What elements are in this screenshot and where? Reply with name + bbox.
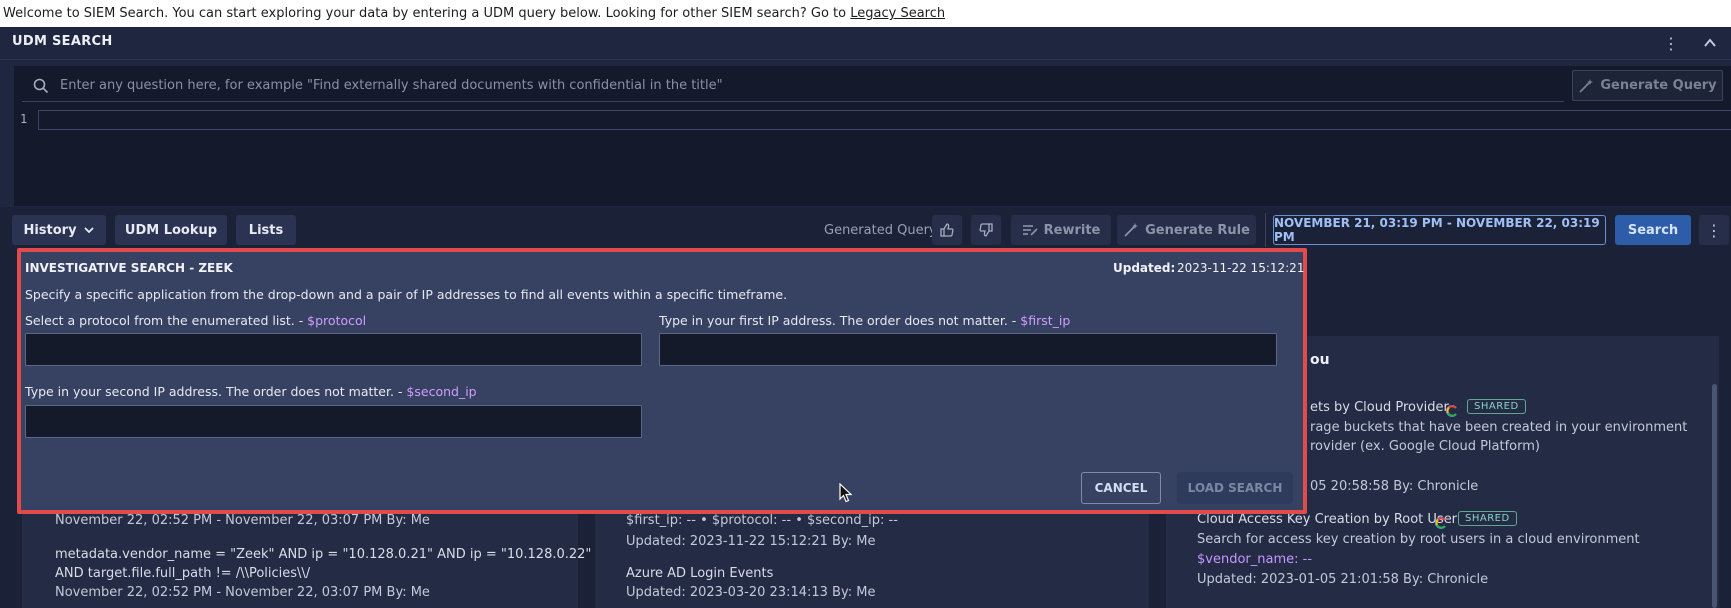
- shared-search-updated: Updated: 2023-01-05 21:01:58 By: Chronic…: [1197, 572, 1489, 587]
- load-search-button[interactable]: LOAD SEARCH: [1177, 472, 1293, 504]
- welcome-text: Welcome to SIEM Search. You can start ex…: [3, 6, 851, 21]
- udm-search-title: UDM SEARCH: [12, 34, 113, 49]
- rewrite-button[interactable]: Rewrite: [1011, 215, 1111, 245]
- shared-search-title[interactable]: ets by Cloud Provider: [1310, 400, 1449, 415]
- more-options-icon[interactable]: ⋮: [1699, 215, 1729, 245]
- rewrite-label: Rewrite: [1043, 222, 1101, 238]
- rewrite-icon: [1022, 225, 1038, 236]
- mouse-cursor-icon: [839, 482, 853, 503]
- chevron-up-icon[interactable]: [1703, 36, 1717, 53]
- protocol-variable: $protocol: [307, 313, 367, 328]
- second-ip-input[interactable]: [25, 405, 642, 438]
- first-ip-field-label: Type in your first IP address. The order…: [659, 313, 1070, 328]
- search-button[interactable]: Search: [1615, 215, 1691, 245]
- shared-search-desc: Search for access key creation by root u…: [1197, 532, 1640, 547]
- lists-button[interactable]: Lists: [236, 215, 296, 245]
- legacy-search-link[interactable]: Legacy Search: [850, 6, 945, 21]
- dialog-title: INVESTIGATIVE SEARCH - ZEEK: [25, 261, 233, 275]
- dialog-description: Specify a specific application from the …: [25, 287, 788, 302]
- shared-search-updated: 05 20:58:58 By: Chronicle: [1310, 479, 1479, 494]
- history-label: History: [23, 222, 77, 238]
- generated-query-label: Generated Query: [824, 223, 937, 238]
- protocol-input[interactable]: [25, 333, 642, 366]
- header-divider: [0, 59, 1731, 60]
- thumbs-down-button[interactable]: [971, 215, 1001, 245]
- time-range-button[interactable]: NOVEMBER 21, 03:19 PM - NOVEMBER 22, 03:…: [1273, 215, 1606, 245]
- toolbar-divider: [1265, 213, 1266, 247]
- history-query-line[interactable]: metadata.vendor_name = "Zeek" AND ip = "…: [55, 547, 591, 562]
- search-updated: Updated: 2023-03-20 23:14:13 By: Me: [626, 585, 876, 600]
- udm-lookup-button[interactable]: UDM Lookup: [115, 215, 227, 245]
- search-icon: [32, 77, 50, 95]
- second-ip-field-label: Type in your second IP address. The orde…: [25, 384, 477, 399]
- shared-badge: SHARED: [1467, 399, 1526, 414]
- thumbs-down-icon: [979, 223, 993, 237]
- generate-rule-label: Generate Rule: [1145, 222, 1250, 238]
- shared-search-title[interactable]: Cloud Access Key Creation by Root User: [1197, 512, 1457, 527]
- google-icon: [1446, 402, 1458, 417]
- updated-value: 2023-11-22 15:12:21: [1177, 261, 1305, 275]
- magic-wand-icon: [1579, 78, 1594, 93]
- second-ip-label-text: Type in your second IP address. The orde…: [25, 384, 407, 399]
- thumbs-up-button[interactable]: [932, 215, 962, 245]
- history-range-partial: November 22, 02:52 PM - November 22, 03:…: [55, 513, 430, 528]
- history-query-line[interactable]: AND target.file.full_path != /\\Policies…: [55, 566, 310, 581]
- updated-label: Updated:: [1113, 261, 1176, 275]
- more-options-icon[interactable]: ⋮: [1663, 36, 1679, 52]
- question-input[interactable]: [60, 72, 1550, 98]
- search-variables-partial: $first_ip: -- • $protocol: -- • $second_…: [626, 513, 898, 528]
- shared-badge: SHARED: [1458, 511, 1517, 526]
- shared-search-desc: rage buckets that have been created in y…: [1310, 420, 1688, 435]
- line-number: 1: [20, 112, 28, 126]
- google-icon: [1435, 514, 1447, 529]
- search-updated: Updated: 2023-11-22 15:12:21 By: Me: [626, 534, 876, 549]
- generate-query-label: Generate Query: [1600, 78, 1717, 93]
- cancel-button[interactable]: CANCEL: [1081, 472, 1161, 504]
- first-ip-input[interactable]: [659, 333, 1277, 366]
- protocol-label-text: Select a protocol from the enumerated li…: [25, 313, 308, 328]
- chevron-down-icon: [83, 227, 94, 234]
- shared-card-heading: ou: [1310, 352, 1330, 368]
- shared-search-desc: rovider (ex. Google Cloud Platform): [1310, 439, 1540, 454]
- history-dropdown-button[interactable]: History: [12, 215, 106, 245]
- generate-query-button[interactable]: Generate Query: [1572, 70, 1723, 101]
- generate-rule-button[interactable]: Generate Rule: [1117, 215, 1256, 245]
- second-ip-variable: $second_ip: [406, 384, 477, 399]
- shared-search-variable: $vendor_name: --: [1197, 552, 1313, 567]
- saved-search-title[interactable]: Azure AD Login Events: [626, 566, 773, 581]
- protocol-field-label: Select a protocol from the enumerated li…: [25, 313, 366, 328]
- first-ip-label-text: Type in your first IP address. The order…: [659, 313, 1021, 328]
- scrollbar[interactable]: [1712, 384, 1717, 608]
- history-range: November 22, 02:52 PM - November 22, 03:…: [55, 585, 430, 600]
- query-line-input[interactable]: [38, 110, 1731, 130]
- thumbs-up-icon: [940, 223, 954, 237]
- magic-wand-icon: [1124, 223, 1139, 237]
- first-ip-variable: $first_ip: [1020, 313, 1071, 328]
- welcome-banner: Welcome to SIEM Search. You can start ex…: [0, 0, 1731, 27]
